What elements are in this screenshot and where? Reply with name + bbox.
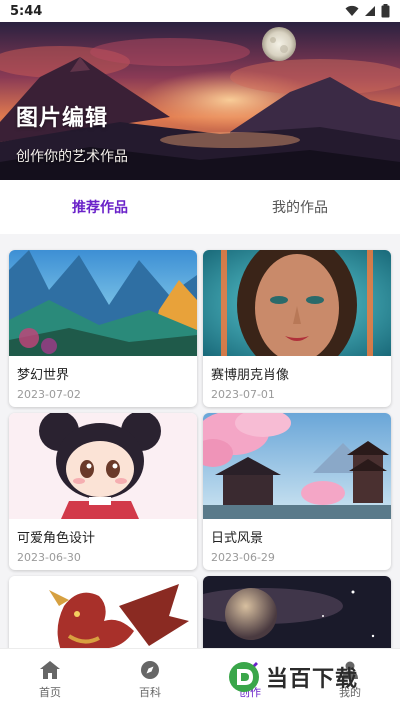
tab-my-works[interactable]: 我的作品: [200, 180, 400, 234]
work-thumbnail: [9, 576, 197, 648]
work-card[interactable]: [9, 576, 197, 648]
work-card[interactable]: 日式风景 2023-06-29: [203, 413, 391, 570]
status-icons: [345, 4, 390, 18]
hero-banner: 图片编辑 创作你的艺术作品: [0, 22, 400, 180]
work-card[interactable]: 赛博朋克肖像 2023-07-01: [203, 250, 391, 407]
work-date: 2023-06-30: [17, 551, 81, 564]
tab-recommended-works[interactable]: 推荐作品: [0, 180, 200, 234]
work-date: 2023-07-01: [211, 388, 275, 401]
work-title: 梦幻世界: [17, 368, 70, 383]
work-thumbnail: [203, 413, 391, 519]
work-thumbnail: [203, 576, 391, 648]
tab-bar: 推荐作品 我的作品: [0, 180, 400, 234]
work-thumbnail: [9, 413, 197, 519]
work-date: 2023-06-29: [211, 551, 275, 564]
work-thumbnail: [203, 250, 391, 356]
hero-subtitle: 创作你的艺术作品: [16, 149, 128, 165]
work-card[interactable]: 梦幻世界 2023-07-02: [9, 250, 197, 407]
wifi-icon: [345, 5, 359, 16]
work-title: 日式风景: [211, 531, 264, 546]
status-bar: 5:44: [0, 0, 400, 22]
work-thumbnail: [9, 250, 197, 356]
status-time: 5:44: [10, 3, 43, 19]
compass-icon: [141, 661, 159, 679]
work-date: 2023-07-02: [17, 388, 81, 401]
work-title: 赛博朋克肖像: [211, 368, 290, 383]
nav-home[interactable]: 首页: [0, 649, 100, 710]
watermark-text: 当百下载: [266, 667, 359, 692]
watermark-logo-icon: [229, 662, 259, 692]
work-title: 可爱角色设计: [17, 531, 96, 546]
watermark: 当百下载: [228, 660, 388, 694]
work-card[interactable]: 可爱角色设计 2023-06-30: [9, 413, 197, 570]
nav-home-label: 首页: [39, 686, 61, 699]
nav-encyclopedia-label: 百科: [139, 686, 161, 699]
hero-title: 图片编辑: [16, 106, 109, 131]
work-card[interactable]: [203, 576, 391, 648]
nav-encyclopedia[interactable]: 百科: [100, 649, 200, 710]
battery-icon: [381, 4, 390, 18]
home-icon: [40, 661, 60, 679]
works-grid: 梦幻世界 2023-07-02 赛博朋克肖像 2023-07-01 可爱角色设计…: [0, 234, 400, 648]
signal-icon: [365, 6, 375, 16]
